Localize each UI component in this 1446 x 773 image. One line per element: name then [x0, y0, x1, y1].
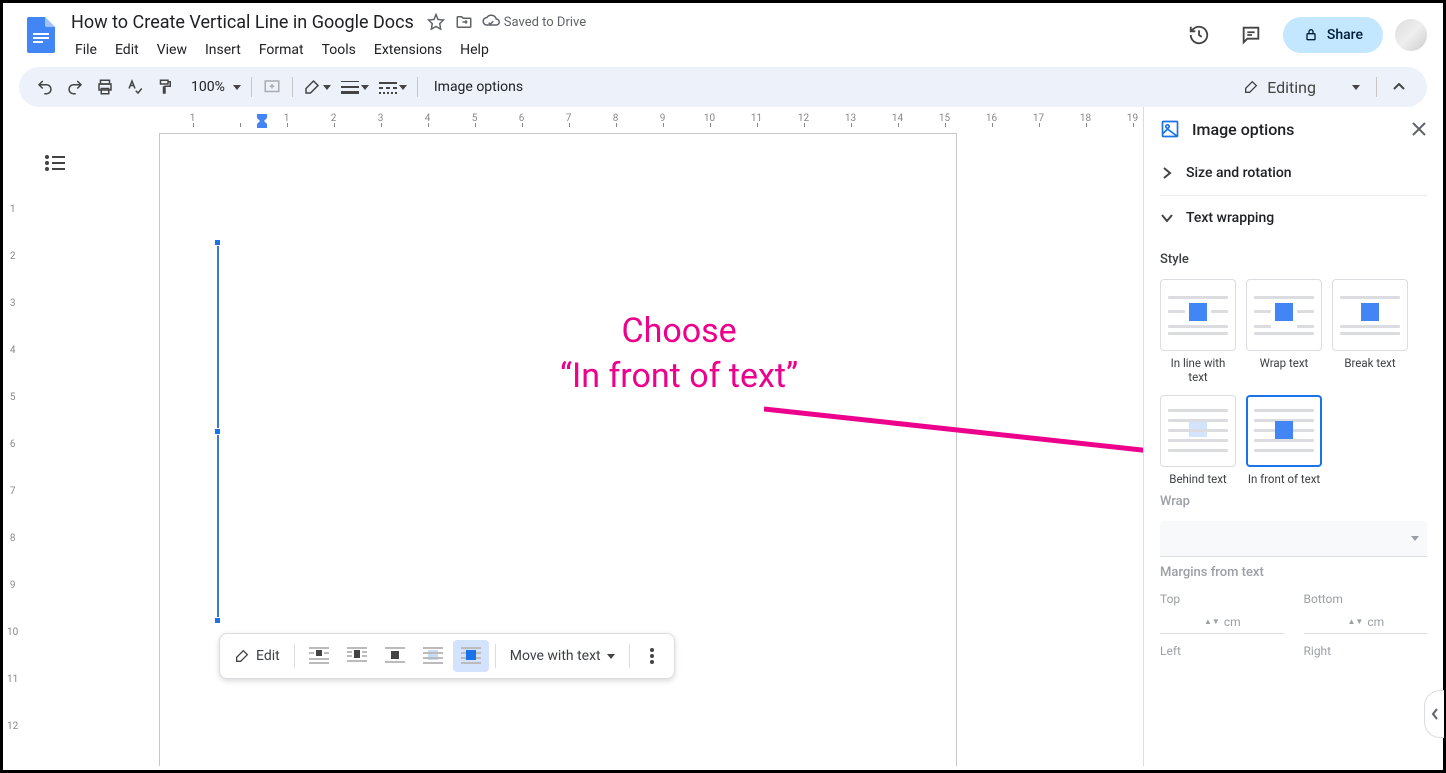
behind-text-button[interactable] — [415, 640, 451, 672]
vertical-ruler[interactable]: 12345678910111213 — [7, 129, 23, 766]
add-comment-button[interactable] — [258, 73, 286, 101]
share-button[interactable]: Share — [1283, 17, 1383, 53]
menu-format[interactable]: Format — [251, 38, 312, 62]
menu-view[interactable]: View — [149, 38, 195, 62]
margin-top-input: ▲▼cm — [1160, 610, 1284, 634]
menu-insert[interactable]: Insert — [197, 38, 249, 62]
wrap-select — [1160, 521, 1427, 557]
border-color-button[interactable] — [299, 73, 335, 101]
image-icon — [1160, 119, 1180, 139]
menu-extensions[interactable]: Extensions — [366, 38, 450, 62]
divider — [292, 77, 293, 97]
chevron-right-icon — [1160, 166, 1174, 180]
spellcheck-button[interactable] — [121, 73, 149, 101]
toolbar: 100% Image options Editing — [19, 67, 1427, 107]
redo-button[interactable] — [61, 73, 89, 101]
tutorial-annotation: Choose “In front of text” — [560, 309, 798, 399]
wrap-label: Wrap — [1160, 494, 1427, 509]
style-caption: Break text — [1344, 357, 1395, 371]
margin-bottom-input: ▲▼cm — [1304, 610, 1428, 634]
outline-toggle-button[interactable] — [39, 147, 71, 179]
star-icon[interactable] — [426, 12, 446, 32]
print-button[interactable] — [91, 73, 119, 101]
main-area: 112345678910111213141516171819 123456789… — [3, 107, 1443, 766]
move-folder-icon[interactable] — [454, 12, 474, 32]
wrap-inline-button[interactable] — [301, 640, 337, 672]
divider — [1376, 77, 1377, 97]
style-caption: Behind text — [1169, 473, 1226, 487]
menu-bar: FileEditViewInsertFormatToolsExtensionsH… — [67, 38, 1179, 62]
edit-image-button[interactable]: Edit — [226, 640, 288, 672]
menu-help[interactable]: Help — [452, 38, 497, 62]
margin-right-label: Right — [1304, 644, 1428, 658]
style-grid: In line with text Wrap text Break text Behi… — [1160, 279, 1427, 486]
paint-format-button[interactable] — [151, 73, 179, 101]
style-option-inline[interactable]: In line with text — [1160, 279, 1236, 385]
move-mode-dropdown[interactable]: Move with text — [502, 640, 623, 672]
resize-handle-bottom[interactable] — [214, 617, 221, 624]
horizontal-ruler[interactable]: 112345678910111213141516171819 — [51, 113, 1143, 129]
divider — [629, 644, 630, 668]
close-icon[interactable] — [1411, 121, 1427, 137]
save-status[interactable]: Saved to Drive — [482, 13, 586, 31]
margins-label: Margins from text — [1160, 565, 1427, 580]
style-option-break[interactable]: Break text — [1332, 279, 1408, 385]
margin-left-label: Left — [1160, 644, 1284, 658]
image-floating-toolbar: Edit Move with text — [219, 633, 675, 679]
docs-logo[interactable] — [23, 17, 59, 53]
divider — [251, 77, 252, 97]
in-front-text-button[interactable] — [453, 640, 489, 672]
more-options-button[interactable] — [636, 640, 668, 672]
style-option-behind[interactable]: Behind text — [1160, 395, 1236, 487]
border-dash-button[interactable] — [375, 73, 411, 101]
break-text-button[interactable] — [377, 640, 413, 672]
account-avatar[interactable] — [1395, 19, 1427, 51]
document-page[interactable]: Edit Move with text — [159, 133, 957, 766]
style-caption: Wrap text — [1260, 357, 1309, 371]
arrow-icon — [764, 405, 1143, 495]
undo-button[interactable] — [31, 73, 59, 101]
divider — [417, 77, 418, 97]
border-weight-button[interactable] — [337, 73, 373, 101]
header: How to Create Vertical Line in Google Do… — [3, 3, 1443, 67]
style-option-front[interactable]: In front of text — [1246, 395, 1322, 487]
document-title[interactable]: How to Create Vertical Line in Google Do… — [67, 10, 418, 35]
menu-tools[interactable]: Tools — [314, 38, 364, 62]
divider — [294, 644, 295, 668]
style-caption: In front of text — [1248, 473, 1320, 487]
zoom-dropdown[interactable]: 100% — [181, 73, 245, 101]
sidebar-title: Image options — [1192, 120, 1399, 139]
resize-handle-top[interactable] — [214, 239, 221, 246]
style-caption: In line with text — [1160, 357, 1236, 385]
document-canvas[interactable]: Edit Move with text — [23, 129, 1143, 766]
image-options-button[interactable]: Image options — [424, 73, 533, 101]
size-rotation-section-toggle[interactable]: Size and rotation — [1160, 151, 1427, 195]
collapse-toolbar-button[interactable] — [1383, 71, 1415, 103]
margin-bottom-label: Bottom — [1304, 592, 1428, 606]
comments-icon[interactable] — [1231, 15, 1271, 55]
style-option-wrap[interactable]: Wrap text — [1246, 279, 1322, 385]
side-panel-toggle[interactable] — [1424, 690, 1444, 738]
menu-file[interactable]: File — [67, 38, 105, 62]
history-icon[interactable] — [1179, 15, 1219, 55]
editing-mode-dropdown[interactable]: Editing — [1233, 73, 1370, 101]
menu-edit[interactable]: Edit — [107, 38, 147, 62]
image-options-sidebar: Image options Size and rotation Text wra… — [1143, 107, 1443, 766]
header-left: How to Create Vertical Line in Google Do… — [67, 8, 1179, 62]
resize-handle-mid[interactable] — [214, 428, 221, 435]
wrap-text-button[interactable] — [339, 640, 375, 672]
text-wrapping-section-toggle[interactable]: Text wrapping — [1160, 195, 1427, 240]
style-label: Style — [1160, 252, 1427, 267]
indent-marker[interactable] — [257, 114, 267, 128]
divider — [495, 644, 496, 668]
margin-top-label: Top — [1160, 592, 1284, 606]
chevron-down-icon — [1160, 211, 1174, 225]
